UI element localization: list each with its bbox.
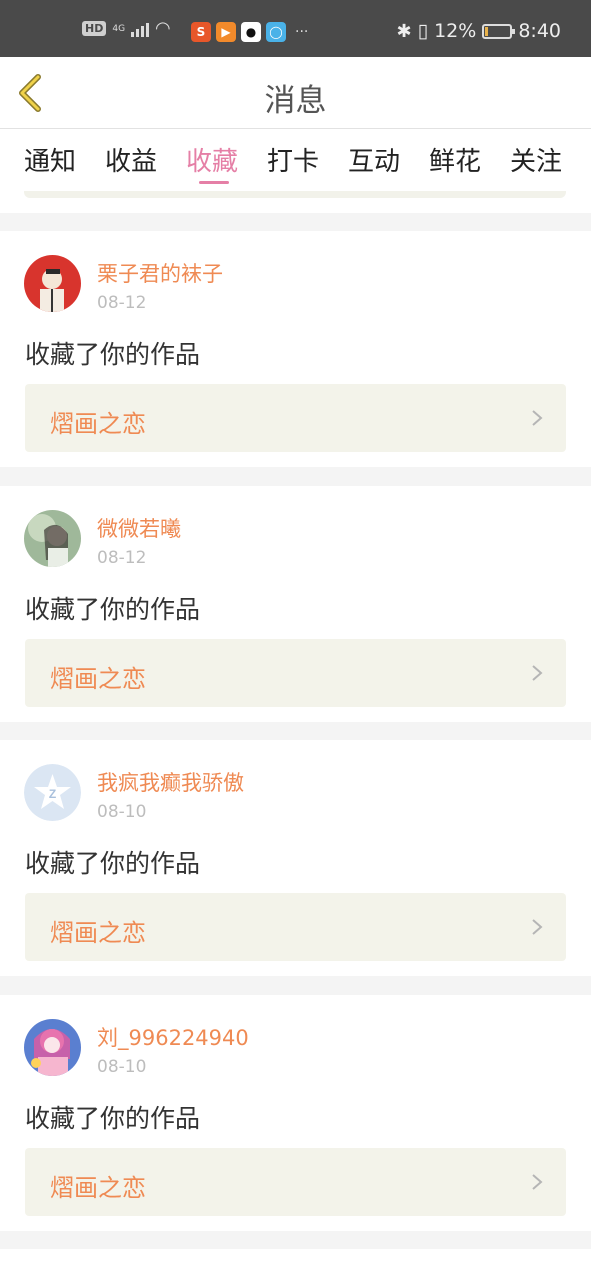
item-date: 08-12: [97, 548, 147, 568]
tab-notifications[interactable]: 通知: [24, 141, 76, 178]
tab-earnings[interactable]: 收益: [105, 141, 157, 178]
status-bar: HD 4G ◠ S ▶ ● ◯ ··· ✱ ▯ 12% 8:40: [0, 0, 591, 57]
status-right: ✱ ▯ 12% 8:40: [397, 20, 561, 42]
action-text: 收藏了你的作品: [25, 849, 201, 878]
app-header: 消息: [0, 57, 591, 129]
svg-text:Z: Z: [49, 787, 56, 801]
work-title: 熠画之恋: [50, 1174, 146, 1202]
avatar[interactable]: [24, 255, 81, 312]
username[interactable]: 刘_996224940: [97, 1022, 249, 1052]
action-text: 收藏了你的作品: [25, 1104, 201, 1133]
chevron-right-icon: [532, 665, 543, 681]
list-item: 刘_996224940 08-10 收藏了你的作品 熠画之恋: [0, 995, 591, 1231]
tab-following[interactable]: 关注: [510, 141, 562, 178]
action-text: 收藏了你的作品: [25, 340, 201, 369]
browser-app-icon: ◯: [266, 22, 286, 42]
item-date: 08-10: [97, 1057, 147, 1077]
action-text: 收藏了你的作品: [25, 595, 201, 624]
tab-flowers[interactable]: 鲜花: [429, 141, 481, 178]
video-app-icon: ▶: [216, 22, 236, 42]
dog-app-icon: ●: [241, 22, 261, 42]
work-title: 熠画之恋: [50, 410, 146, 438]
status-left: HD 4G ◠: [82, 18, 171, 39]
battery-icon: [482, 23, 516, 39]
wifi-icon: ◠: [155, 18, 171, 39]
tab-interaction[interactable]: 互动: [348, 141, 400, 178]
notification-icons: S ▶ ● ◯ ···: [191, 22, 308, 42]
work-link[interactable]: 熠画之恋: [25, 1148, 566, 1216]
work-link[interactable]: 熠画之恋: [25, 893, 566, 961]
hd-icon: HD: [82, 21, 107, 36]
avatar[interactable]: [24, 510, 81, 567]
list-item: 微微若曦 08-12 收藏了你的作品 熠画之恋: [0, 486, 591, 722]
active-tab-indicator: [199, 181, 229, 184]
tab-checkin[interactable]: 打卡: [267, 141, 319, 178]
favorites-feed[interactable]: [0, 191, 591, 213]
work-link[interactable]: 熠画之恋: [25, 384, 566, 452]
work-title: 熠画之恋: [50, 665, 146, 693]
network-type: 4G: [112, 23, 126, 34]
bluetooth-icon: ✱: [396, 20, 412, 42]
chevron-right-icon: [532, 1174, 543, 1190]
previous-card-remnant: [0, 191, 591, 213]
chevron-right-icon: [532, 410, 543, 426]
clock: 8:40: [518, 20, 561, 42]
more-notifications-icon: ···: [295, 24, 309, 40]
item-date: 08-10: [97, 802, 147, 822]
chevron-right-icon: [532, 919, 543, 935]
battery-fill: [485, 26, 489, 36]
vibrate-icon: ▯: [417, 20, 429, 42]
avatar[interactable]: Z: [24, 764, 81, 821]
avatar[interactable]: [24, 1019, 81, 1076]
tab-favorites[interactable]: 收藏: [186, 141, 238, 178]
list-item-partial: [0, 1249, 591, 1280]
page-title: 消息: [264, 83, 327, 119]
work-link[interactable]: 熠画之恋: [25, 639, 566, 707]
tab-bar: 通知 收益 收藏 打卡 互动 鲜花 关注: [0, 129, 591, 191]
username[interactable]: 栗子君的袜子: [97, 258, 223, 288]
app-notification-icon: S: [191, 22, 211, 42]
username[interactable]: 我疯我癫我骄傲: [97, 767, 244, 797]
battery-percent: 12%: [434, 20, 477, 42]
item-date: 08-12: [97, 293, 147, 313]
signal-icon: [131, 21, 150, 37]
list-item: 栗子君的袜子 08-12 收藏了你的作品 熠画之恋: [0, 231, 591, 467]
work-title: 熠画之恋: [50, 919, 146, 947]
username[interactable]: 微微若曦: [97, 513, 181, 543]
list-item: Z 我疯我癫我骄傲 08-10 收藏了你的作品 熠画之恋: [0, 740, 591, 976]
